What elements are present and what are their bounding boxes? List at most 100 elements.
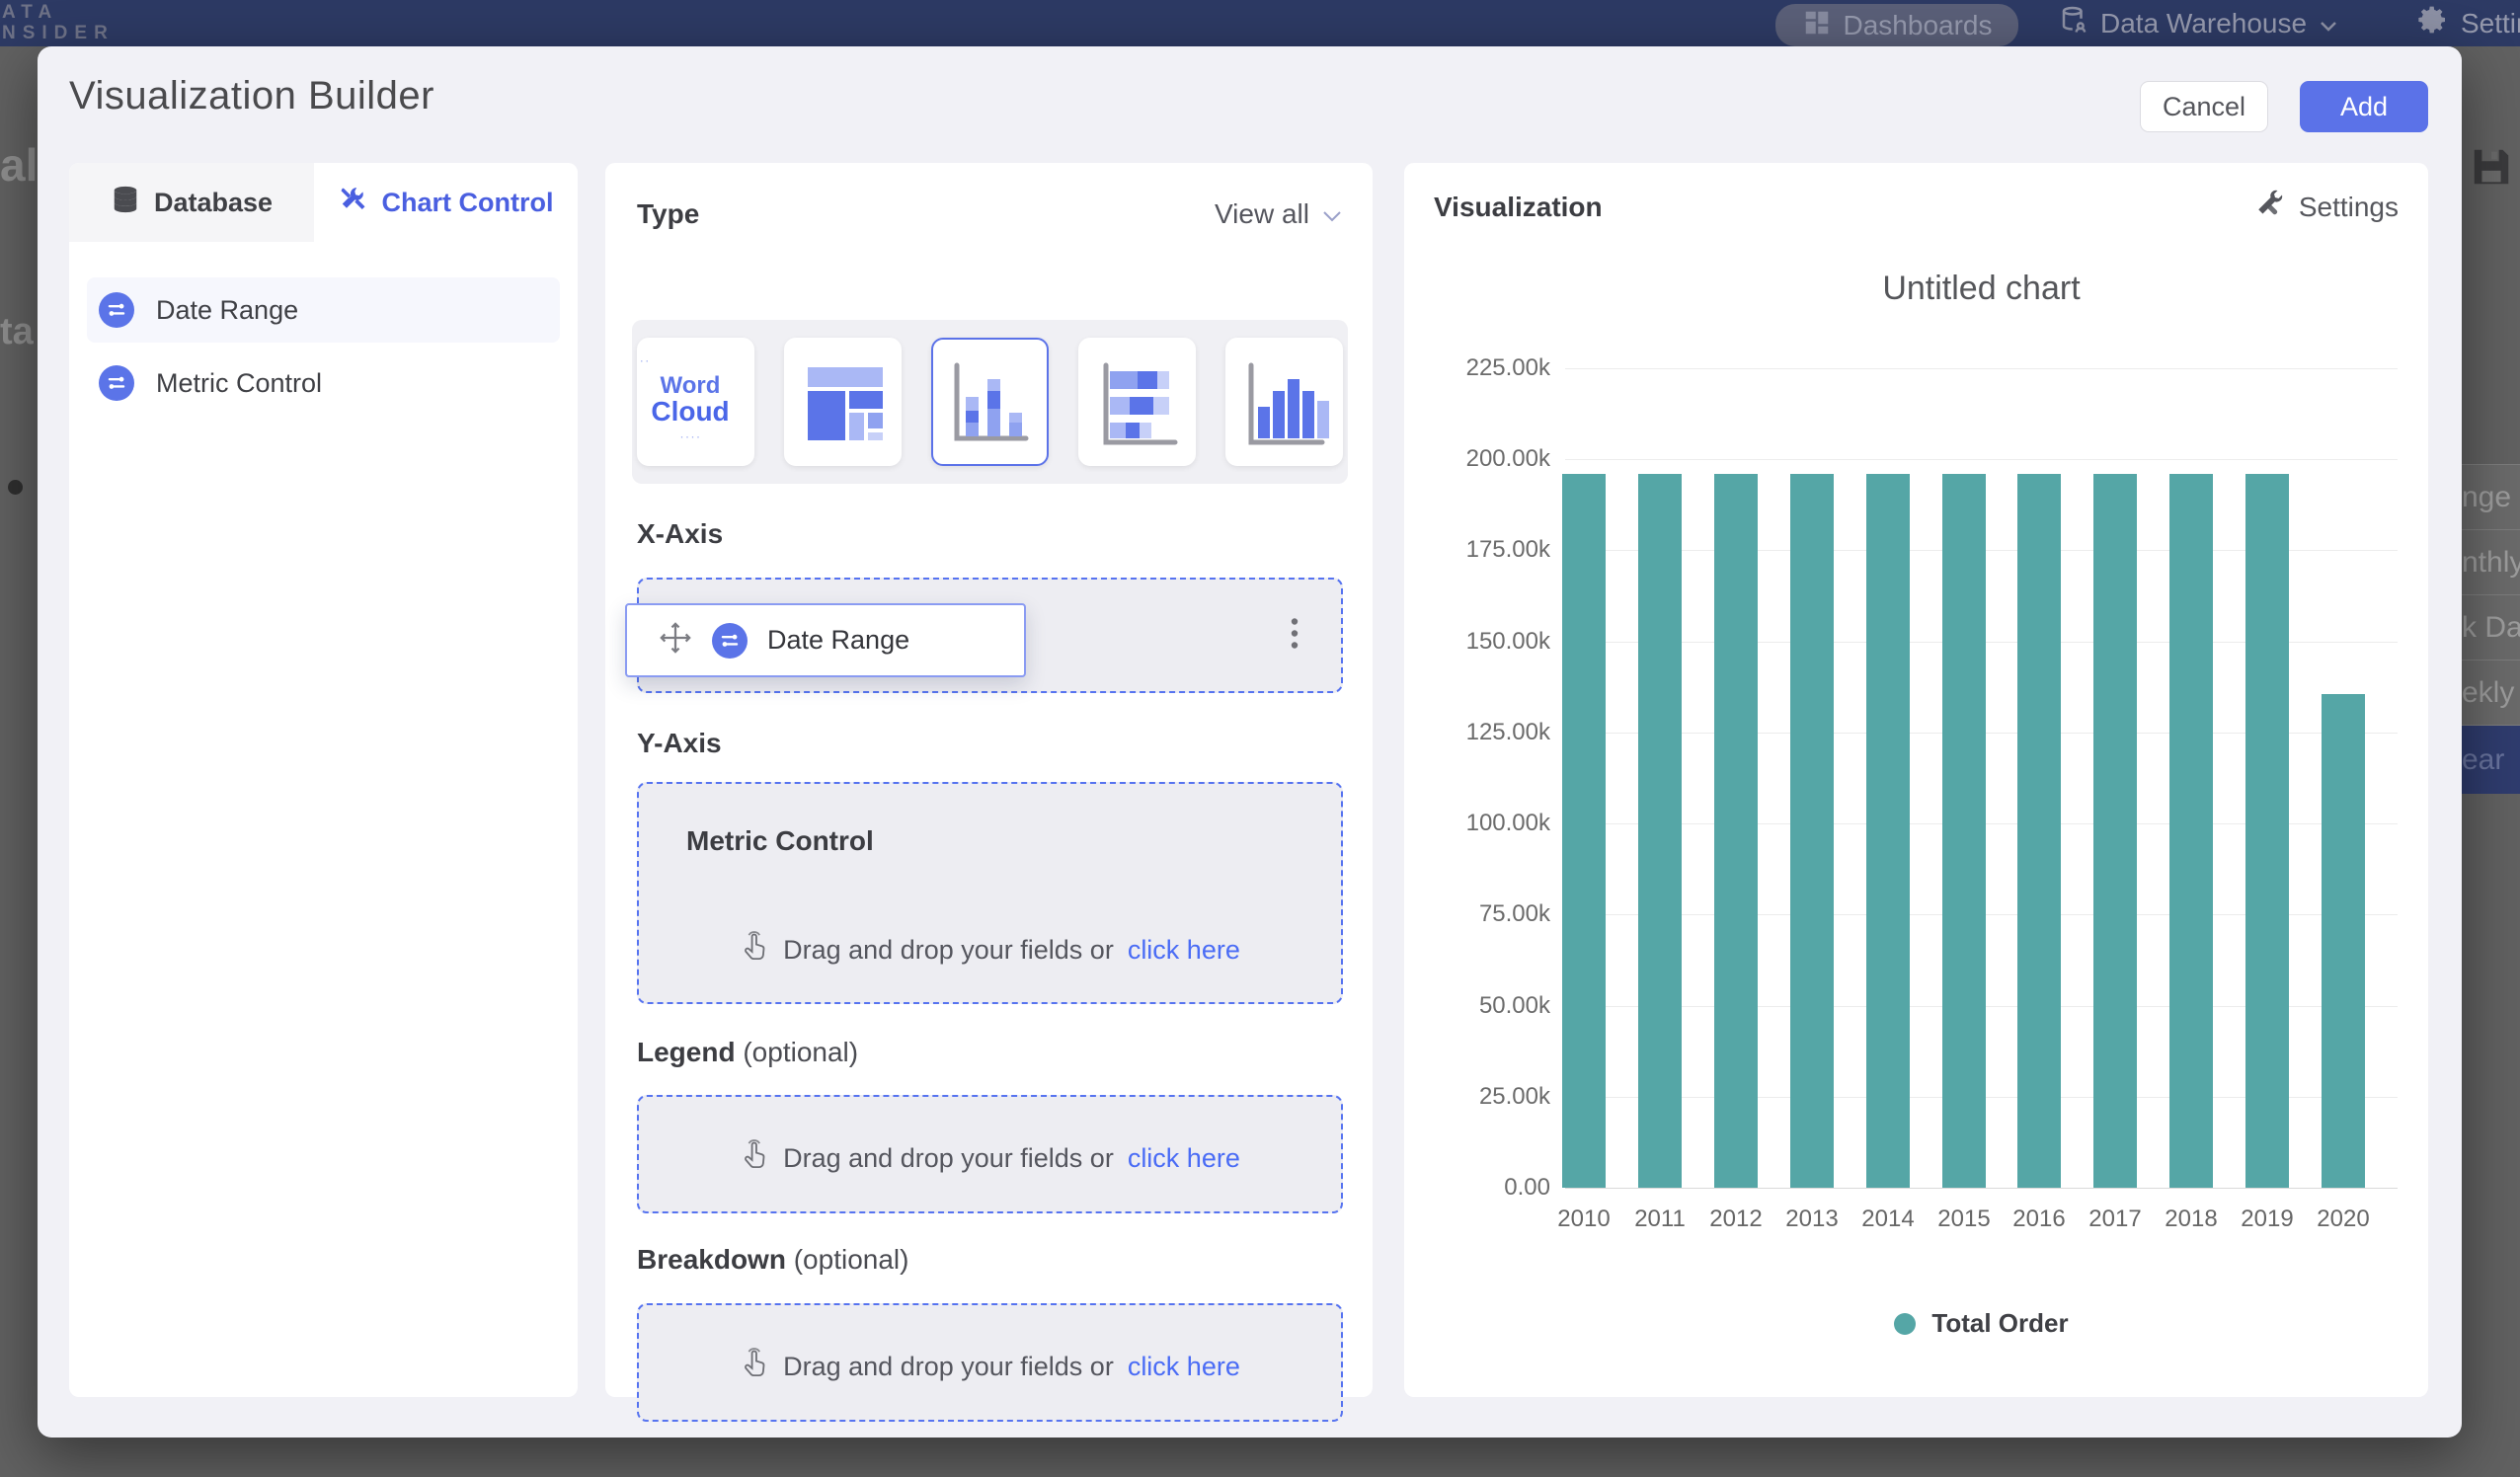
y-axis-tick-label: 75.00k bbox=[1479, 900, 1550, 928]
drop-zone-click-here-link[interactable]: click here bbox=[1128, 935, 1240, 966]
y-axis-tick-label: 125.00k bbox=[1466, 719, 1550, 746]
chart-gridline bbox=[1565, 459, 2398, 460]
breakdown-optional-text: (optional) bbox=[794, 1244, 909, 1275]
breakdown-drop-zone[interactable]: Drag and drop your fields or click here bbox=[637, 1303, 1343, 1422]
fields-panel: Database Chart Control Date Range Metric… bbox=[69, 163, 578, 1397]
chart-type-stacked-bar[interactable] bbox=[1078, 338, 1196, 466]
dimmed-list-item: nthly bbox=[2462, 529, 2520, 594]
chart-gridline bbox=[1565, 368, 2398, 369]
chevron-down-icon bbox=[2319, 8, 2338, 39]
breakdown-label-text: Breakdown bbox=[637, 1244, 786, 1275]
chart-bar-2016 bbox=[2017, 474, 2061, 1188]
chart-settings-label: Settings bbox=[2299, 192, 2399, 223]
hand-click-icon bbox=[740, 1138, 769, 1179]
field-item-date-range[interactable]: Date Range bbox=[87, 277, 560, 343]
chip-label: Date Range bbox=[767, 625, 909, 656]
brand-line2: NSIDER bbox=[2, 23, 115, 43]
y-axis-tick-label: 50.00k bbox=[1479, 992, 1550, 1020]
legend-drop-zone[interactable]: Drag and drop your fields or click here bbox=[637, 1095, 1343, 1213]
visualization-panel-title: Visualization bbox=[1434, 192, 1603, 223]
chart-bar-2012 bbox=[1714, 474, 1758, 1188]
chart-bar-2019 bbox=[2245, 474, 2289, 1188]
y-axis-drop-zone[interactable]: Metric Control Drag and drop your fields… bbox=[637, 782, 1343, 1004]
nav-label-data-warehouse: Data Warehouse bbox=[2100, 8, 2307, 39]
field-item-metric-control[interactable]: Metric Control bbox=[87, 350, 560, 416]
gear-icon bbox=[2417, 4, 2449, 42]
legend-series-name: Total Order bbox=[1931, 1308, 2068, 1339]
chart-bar-2018 bbox=[2169, 474, 2213, 1188]
word-cloud-text: Word bbox=[637, 374, 754, 398]
drop-zone-click-here-link[interactable]: click here bbox=[1128, 1352, 1240, 1382]
breakdown-section-label: Breakdown (optional) bbox=[637, 1244, 908, 1276]
drop-zone-click-here-link[interactable]: click here bbox=[1128, 1143, 1240, 1174]
nav-item-dashboards[interactable]: Dashboards bbox=[1775, 4, 2018, 46]
chart-bar-2017 bbox=[2093, 474, 2137, 1188]
dashboards-icon bbox=[1802, 8, 1832, 42]
chart-type-strip: · · · Word Cloud · · · · bbox=[632, 320, 1348, 484]
x-axis-tick-label: 2013 bbox=[1785, 1205, 1838, 1233]
data-warehouse-icon bbox=[2059, 5, 2088, 41]
x-axis-tick-label: 2019 bbox=[2241, 1205, 2293, 1233]
brand-line1: ATA bbox=[2, 2, 115, 23]
sliders-icon bbox=[712, 623, 748, 659]
chevron-down-icon bbox=[1321, 198, 1343, 230]
chart-bar-2011 bbox=[1638, 474, 1682, 1188]
y-axis-tick-label: 0.00 bbox=[1504, 1174, 1550, 1202]
word-cloud-text: Cloud bbox=[637, 398, 754, 426]
add-button[interactable]: Add bbox=[2300, 81, 2428, 132]
date-range-chip[interactable]: Date Range bbox=[625, 603, 1026, 677]
nav-item-data-warehouse[interactable]: Data Warehouse bbox=[2059, 0, 2338, 46]
x-axis-tick-label: 2012 bbox=[1709, 1205, 1762, 1233]
chart-type-treemap[interactable] bbox=[784, 338, 902, 466]
dimmed-list-item: nge bbox=[2462, 464, 2520, 529]
dimmed-text-fragment: ta bbox=[0, 311, 34, 353]
chart-type-stacked-column[interactable] bbox=[931, 338, 1049, 466]
visualization-panel: Visualization Settings Untitled chart 22… bbox=[1404, 163, 2428, 1397]
hand-click-icon bbox=[740, 930, 769, 971]
x-axis-section-label: X-Axis bbox=[637, 518, 723, 550]
chart-bar-2015 bbox=[1942, 474, 1986, 1188]
sliders-icon bbox=[99, 292, 134, 328]
chart-type-column[interactable] bbox=[1225, 338, 1343, 466]
database-icon bbox=[111, 185, 140, 221]
y-axis-tick-label: 200.00k bbox=[1466, 445, 1550, 473]
x-axis-tick-label: 2017 bbox=[2088, 1205, 2141, 1233]
drop-zone-text: Drag and drop your fields or bbox=[783, 1352, 1114, 1382]
y-axis-section-label: Y-Axis bbox=[637, 728, 722, 759]
tools-icon bbox=[339, 185, 368, 221]
chart-bar-2010 bbox=[1562, 474, 1606, 1188]
chart-type-word-cloud[interactable]: · · · Word Cloud · · · · bbox=[637, 338, 754, 466]
tab-database[interactable]: Database bbox=[69, 163, 314, 242]
x-axis-tick-label: 2014 bbox=[1861, 1205, 1914, 1233]
top-navigation-bar: ATA NSIDER Dashboards Data Warehouse Set… bbox=[0, 0, 2520, 46]
field-item-label: Metric Control bbox=[156, 368, 322, 399]
cancel-button[interactable]: Cancel bbox=[2140, 81, 2268, 132]
x-axis-drop-zone[interactable]: Date Range Date Range bbox=[637, 578, 1343, 693]
x-axis-tick-label: 2020 bbox=[2317, 1205, 2369, 1233]
tab-chart-control[interactable]: Chart Control bbox=[314, 163, 578, 242]
brand-logo: ATA NSIDER bbox=[2, 2, 115, 43]
nav-item-settings[interactable]: Settings bbox=[2417, 0, 2520, 46]
chart-bar-2014 bbox=[1866, 474, 1910, 1188]
chart-plot-area: 225.00k200.00k175.00k150.00k125.00k100.0… bbox=[1565, 368, 2398, 1188]
type-section-label: Type bbox=[637, 198, 699, 230]
chart-legend[interactable]: Total Order bbox=[1565, 1308, 2398, 1339]
field-item-label: Date Range bbox=[156, 295, 298, 326]
visualization-builder-modal: Visualization Builder Cancel Add Databas… bbox=[38, 46, 2462, 1438]
chart-settings-button[interactable]: Settings bbox=[2255, 189, 2399, 225]
view-all-label: View all bbox=[1215, 198, 1309, 230]
y-axis-tick-label: 150.00k bbox=[1466, 628, 1550, 656]
nav-label-settings: Settings bbox=[2461, 8, 2520, 39]
y-axis-tick-label: 175.00k bbox=[1466, 536, 1550, 564]
chart-title: Untitled chart bbox=[1565, 270, 2398, 308]
y-axis-tick-label: 25.00k bbox=[1479, 1083, 1550, 1111]
x-axis-tick-label: 2016 bbox=[2012, 1205, 2065, 1233]
tab-chart-control-label: Chart Control bbox=[382, 188, 554, 218]
save-icon bbox=[2469, 144, 2514, 194]
dimmed-list-item: k Date bbox=[2462, 594, 2520, 660]
drop-zone-text: Drag and drop your fields or bbox=[783, 1143, 1114, 1174]
kebab-menu-icon[interactable] bbox=[1288, 613, 1301, 658]
drop-zone-text: Drag and drop your fields or bbox=[783, 935, 1114, 966]
hand-click-icon bbox=[740, 1347, 769, 1387]
view-all-dropdown[interactable]: View all bbox=[1215, 198, 1343, 230]
